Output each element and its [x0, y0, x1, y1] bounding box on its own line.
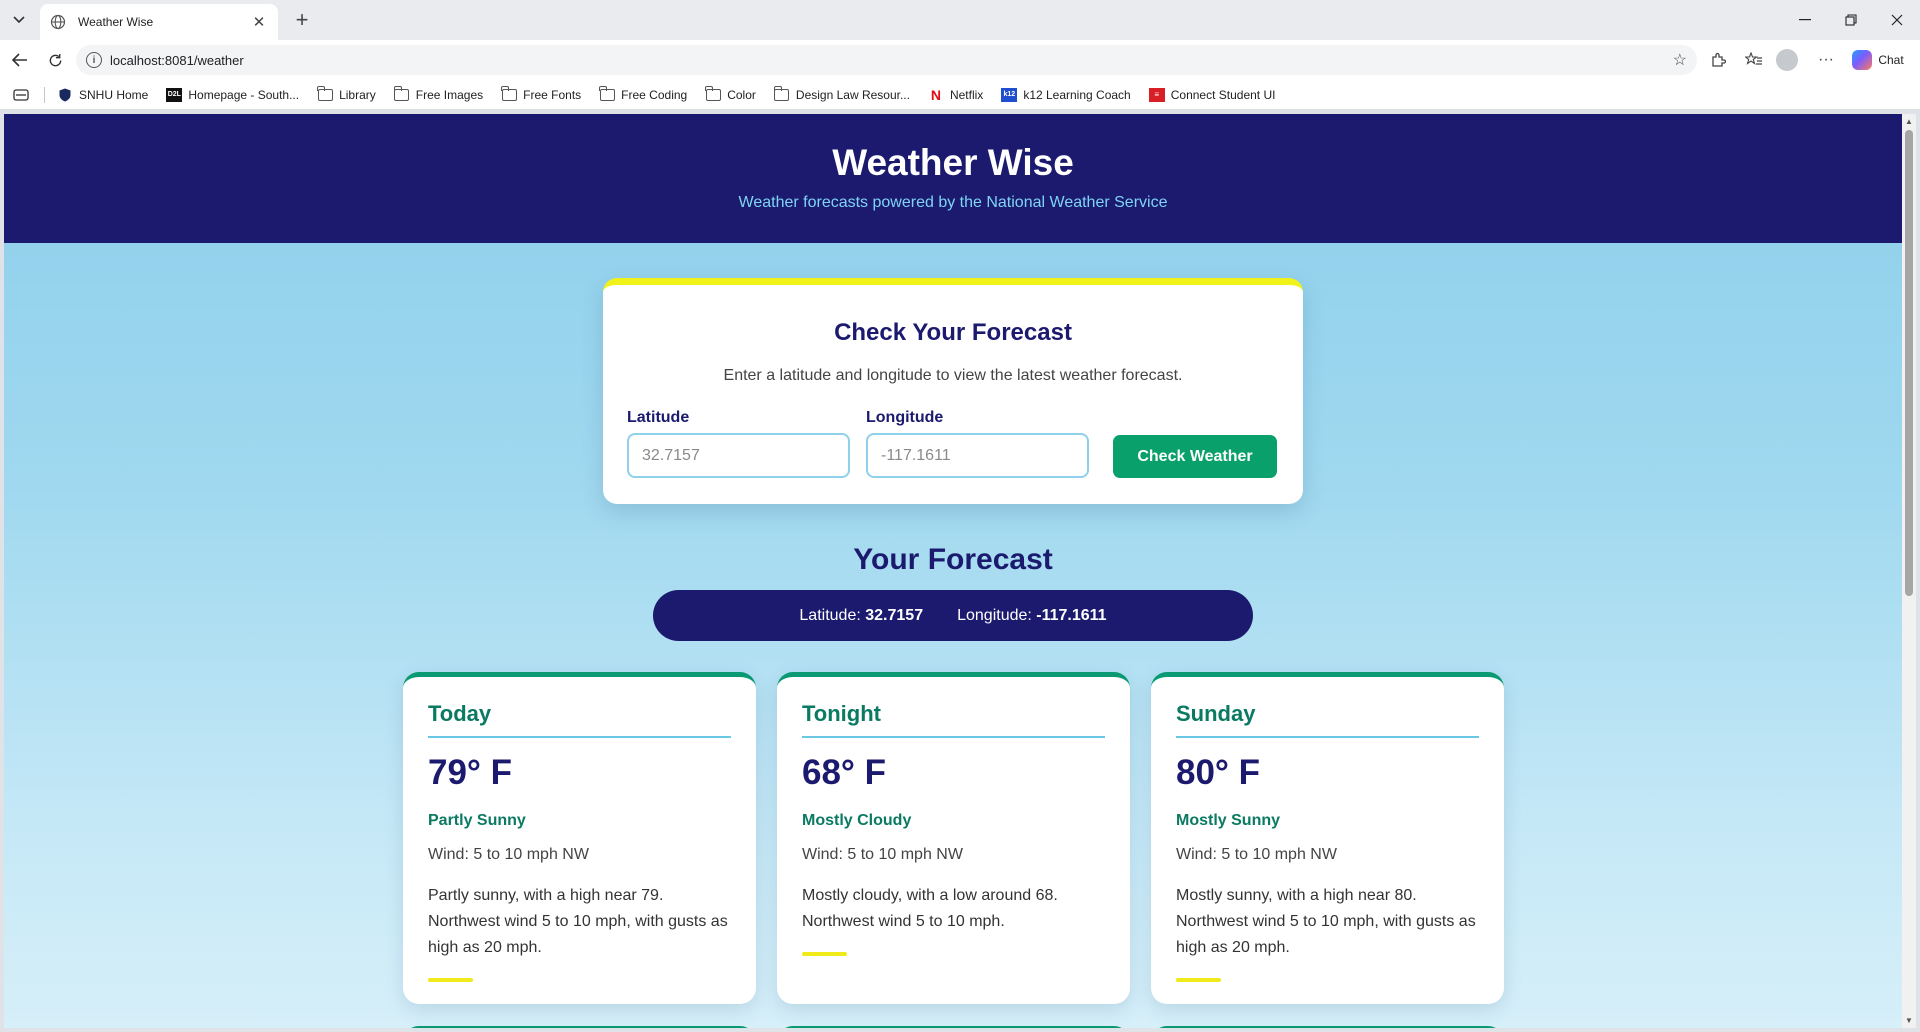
latitude-label: Latitude	[627, 409, 690, 426]
minimize-icon[interactable]	[1782, 0, 1828, 40]
connect-icon: ≡	[1148, 87, 1165, 102]
period-temperature: 80° F	[1176, 753, 1261, 792]
forecast-card: Tonight 68° F Mostly Cloudy Wind: 5 to 1…	[777, 672, 1130, 1004]
coordinates-pill: Latitude: 32.7157 Longitude: -117.1611	[653, 590, 1253, 641]
bookmark-library[interactable]: Library	[317, 85, 376, 102]
folder-icon	[774, 85, 790, 102]
period-short-forecast: Partly Sunny	[428, 812, 526, 829]
chat-label: Chat	[1878, 53, 1904, 67]
folder-icon	[599, 85, 615, 102]
scroll-thumb[interactable]	[1905, 130, 1913, 596]
window-close-icon[interactable]	[1874, 0, 1920, 40]
k12-icon: k12	[1001, 87, 1018, 102]
bookmark-netflix[interactable]: N Netflix	[928, 86, 983, 103]
refresh-icon[interactable]	[41, 46, 69, 74]
folder-icon	[393, 85, 410, 102]
favorite-star-icon[interactable]: ☆	[1673, 50, 1687, 70]
browser-tab-strip: Weather Wise ✕ +	[0, 0, 1920, 40]
latitude-input[interactable]	[627, 433, 850, 478]
browser-tab-active[interactable]: Weather Wise ✕	[40, 4, 278, 40]
bookmark-free-fonts[interactable]: Free Fonts	[501, 85, 581, 102]
forecast-card-partial	[403, 1026, 756, 1028]
tab-close-icon[interactable]: ✕	[250, 13, 268, 31]
period-temperature: 79° F	[428, 753, 513, 792]
forecast-title: Your Forecast	[853, 543, 1053, 576]
copilot-chat-button[interactable]: Chat	[1846, 47, 1910, 73]
scroll-down-arrow-icon[interactable]: ▼	[1905, 1016, 1913, 1025]
period-wind: Wind: 5 to 10 mph NW	[428, 846, 589, 863]
bookmarks-separator	[44, 86, 45, 103]
period-detailed-forecast: Mostly sunny, with a high near 80. North…	[1176, 887, 1476, 956]
forecast-form-card: Check Your Forecast Enter a latitude and…	[603, 278, 1303, 504]
back-arrow-icon[interactable]	[6, 46, 34, 74]
netflix-icon: N	[930, 86, 942, 103]
site-title: Weather Wise	[832, 142, 1074, 183]
profile-avatar-icon[interactable]	[1776, 49, 1798, 71]
page-scrollbar[interactable]: ▲ ▼	[1902, 114, 1916, 1028]
bookmark-snhu-home[interactable]: SNHU Home	[57, 88, 148, 102]
period-detailed-forecast: Partly sunny, with a high near 79. North…	[428, 887, 728, 956]
site-subtitle: Weather forecasts powered by the Nationa…	[738, 194, 1168, 211]
longitude-input[interactable]	[866, 433, 1089, 478]
address-bar[interactable]: i localhost:8081/weather ☆	[76, 45, 1697, 75]
folder-icon	[705, 85, 721, 102]
copilot-icon	[1852, 50, 1873, 70]
bookmark-color[interactable]: Color	[705, 85, 756, 102]
period-wind: Wind: 5 to 10 mph NW	[802, 846, 963, 863]
address-url[interactable]: localhost:8081/weather	[110, 53, 1673, 68]
period-detailed-forecast: Mostly cloudy, with a low around 68. Nor…	[802, 887, 1058, 930]
bookmark-connect-student[interactable]: ≡ Connect Student UI	[1148, 87, 1275, 102]
card-divider	[802, 736, 1105, 738]
period-name: Today	[428, 701, 492, 726]
new-tab-plus-icon[interactable]: +	[288, 6, 316, 34]
d2l-icon: D2L	[166, 87, 183, 102]
form-title: Check Your Forecast	[834, 319, 1072, 346]
sidebar-toggle-icon[interactable]	[10, 87, 32, 103]
period-name: Sunday	[1176, 701, 1256, 726]
bookmark-free-coding[interactable]: Free Coding	[599, 85, 687, 102]
period-name: Tonight	[802, 701, 881, 726]
bookmarks-bar: SNHU Home D2L Homepage - South... Librar…	[0, 80, 1920, 110]
coords-latitude: Latitude: 32.7157	[799, 606, 924, 624]
form-description: Enter a latitude and longitude to view t…	[723, 367, 1183, 384]
longitude-label: Longitude	[866, 409, 944, 426]
more-options-icon[interactable]: ···	[1812, 46, 1840, 74]
check-weather-button[interactable]: Check Weather	[1113, 435, 1277, 478]
extensions-icon[interactable]	[1704, 46, 1732, 74]
forecast-card-partial	[1151, 1026, 1504, 1028]
tab-title: Weather Wise	[78, 15, 154, 29]
bookmark-homepage-south[interactable]: D2L Homepage - South...	[166, 87, 299, 102]
card-accent-bar	[1176, 978, 1221, 982]
globe-icon	[50, 14, 66, 30]
restore-icon[interactable]	[1828, 0, 1874, 40]
card-divider	[1176, 736, 1479, 738]
tab-actions-chevron-icon[interactable]	[4, 5, 34, 35]
period-short-forecast: Mostly Cloudy	[802, 812, 912, 829]
coords-longitude: Longitude: -117.1611	[957, 606, 1107, 624]
bookmark-design-law[interactable]: Design Law Resour...	[774, 85, 910, 102]
shield-icon	[57, 88, 73, 102]
card-divider	[428, 736, 731, 738]
period-short-forecast: Mostly Sunny	[1176, 812, 1281, 829]
favorites-icon[interactable]	[1740, 46, 1768, 74]
page-viewport: Weather Wise Weather forecasts powered b…	[4, 114, 1902, 1028]
browser-toolbar: i localhost:8081/weather ☆ ··· Chat	[0, 40, 1920, 80]
card-accent-bar	[802, 952, 847, 956]
bookmark-free-images[interactable]: Free Images	[393, 85, 483, 102]
site-header: Weather Wise Weather forecasts powered b…	[4, 114, 1902, 243]
card-accent-bar	[428, 978, 473, 982]
forecast-card: Sunday 80° F Mostly Sunny Wind: 5 to 10 …	[1151, 672, 1504, 1004]
bookmark-k12[interactable]: k12 k12 Learning Coach	[1001, 87, 1131, 102]
site-info-icon[interactable]: i	[86, 52, 102, 68]
folder-icon	[317, 85, 333, 102]
folder-icon	[501, 85, 517, 102]
period-wind: Wind: 5 to 10 mph NW	[1176, 846, 1337, 863]
forecast-card: Today 79° F Partly Sunny Wind: 5 to 10 m…	[403, 672, 756, 1004]
forecast-card-partial	[777, 1026, 1130, 1028]
scroll-up-arrow-icon[interactable]: ▲	[1905, 117, 1913, 126]
period-temperature: 68° F	[802, 753, 887, 792]
